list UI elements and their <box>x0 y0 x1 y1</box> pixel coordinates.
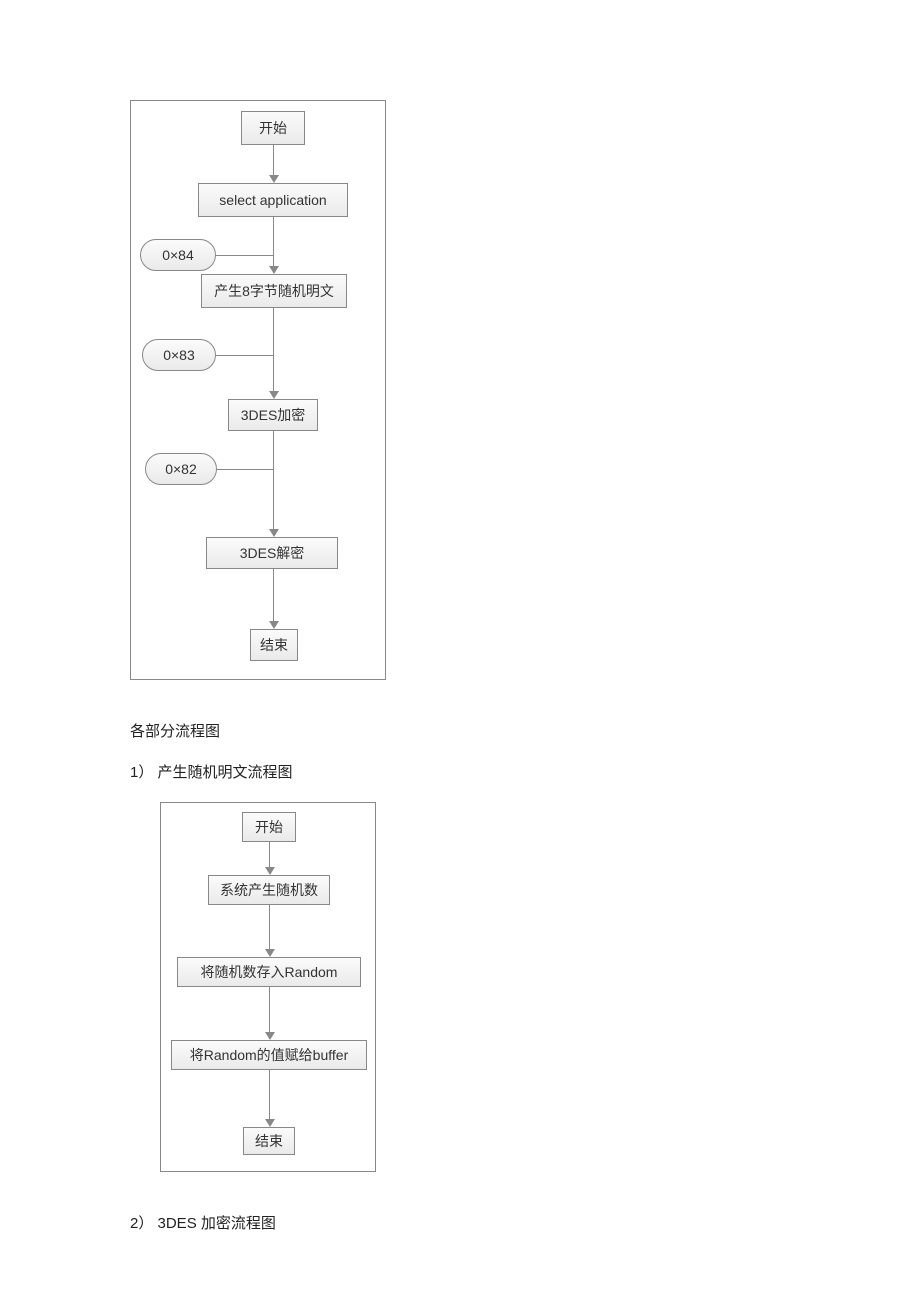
connector-h3 <box>217 469 273 470</box>
item2-heading: 2） 3DES 加密流程图 <box>130 1212 800 1233</box>
random-flowchart: 开始 系统产生随机数 将随机数存入Random 将Random的值赋给buffe… <box>160 802 376 1172</box>
f2-node-start: 开始 <box>242 812 296 842</box>
node-3des-enc: 3DES加密 <box>228 399 318 431</box>
f2-node-assign: 将Random的值赋给buffer <box>171 1040 367 1070</box>
node-gen-random: 产生8字节随机明文 <box>201 274 347 308</box>
pill-0x82: 0×82 <box>145 453 217 485</box>
f2-node-gen: 系统产生随机数 <box>208 875 330 905</box>
node-start: 开始 <box>241 111 305 145</box>
node-end: 结束 <box>250 629 298 661</box>
pill-0x82-label: 0×82 <box>165 461 197 477</box>
arrow2-head <box>269 266 279 274</box>
f2-arrow4-line <box>269 1070 270 1119</box>
node-start-label: 开始 <box>259 118 287 138</box>
pill-0x83: 0×83 <box>142 339 216 371</box>
f2-arrow2-head <box>265 949 275 957</box>
item1-heading: 1） 产生随机明文流程图 <box>130 761 800 782</box>
f2-arrow3-head <box>265 1032 275 1040</box>
arrow2-line <box>273 217 274 266</box>
arrow4-head <box>269 529 279 537</box>
pill-0x83-label: 0×83 <box>163 347 195 363</box>
node-select-app-label: select application <box>219 192 326 208</box>
pill-0x84-label: 0×84 <box>162 247 194 263</box>
f2-node-start-label: 开始 <box>255 817 283 837</box>
f2-node-end: 结束 <box>243 1127 295 1155</box>
arrow5-line <box>273 569 274 621</box>
node-3des-dec: 3DES解密 <box>206 537 338 569</box>
node-gen-random-label: 产生8字节随机明文 <box>214 281 334 301</box>
node-3des-dec-label: 3DES解密 <box>240 543 305 563</box>
node-select-app: select application <box>198 183 348 217</box>
arrow3-line <box>273 308 274 391</box>
pill-0x84: 0×84 <box>140 239 216 271</box>
arrow1-line <box>273 145 274 175</box>
f2-node-assign-label: 将Random的值赋给buffer <box>190 1045 348 1065</box>
f2-arrow1-head <box>265 867 275 875</box>
f2-node-store: 将随机数存入Random <box>177 957 361 987</box>
f2-node-end-label: 结束 <box>255 1131 283 1151</box>
section-title: 各部分流程图 <box>130 720 800 741</box>
f2-node-store-label: 将随机数存入Random <box>201 962 338 982</box>
node-3des-enc-label: 3DES加密 <box>241 405 306 425</box>
f2-node-gen-label: 系统产生随机数 <box>220 880 318 900</box>
f2-arrow1-line <box>269 842 270 867</box>
arrow3-head <box>269 391 279 399</box>
f2-arrow4-head <box>265 1119 275 1127</box>
connector-h2 <box>216 355 273 356</box>
main-flowchart: 开始 select application 产生8字节随机明文 3DES加密 3… <box>130 100 386 680</box>
arrow1-head <box>269 175 279 183</box>
arrow4-line <box>273 431 274 529</box>
f2-arrow2-line <box>269 905 270 949</box>
f2-arrow3-line <box>269 987 270 1032</box>
connector-h1 <box>216 255 273 256</box>
arrow5-head <box>269 621 279 629</box>
node-end-label: 结束 <box>260 635 288 655</box>
